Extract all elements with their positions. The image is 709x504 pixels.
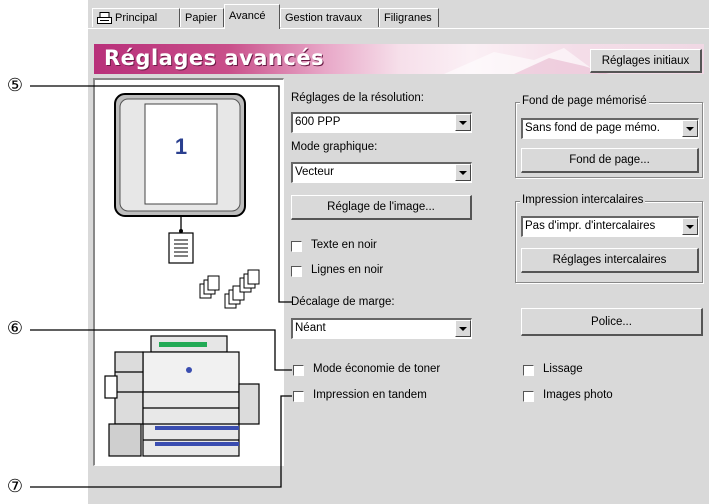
- graphics-mode-select[interactable]: Vecteur: [291, 162, 472, 183]
- tab-strip: Principal Papier Avancé Gestion travaux …: [88, 0, 709, 29]
- chevron-down-icon[interactable]: [455, 320, 471, 337]
- page-title: Réglages avancés: [104, 46, 325, 70]
- chevron-down-icon[interactable]: [682, 218, 698, 235]
- font-button[interactable]: Police...: [521, 308, 703, 336]
- reset-defaults-button[interactable]: Réglages initiaux: [590, 49, 702, 73]
- overlay-button[interactable]: Fond de page...: [521, 148, 699, 173]
- lines-black-label: Lignes en noir: [311, 264, 384, 276]
- lines-black-checkbox[interactable]: [291, 266, 302, 277]
- graphics-mode-label: Mode graphique:: [291, 141, 378, 153]
- callout-5: ⑤: [6, 75, 24, 96]
- tandem-checkbox[interactable]: [293, 391, 304, 402]
- text-black-label: Texte en noir: [311, 239, 377, 251]
- tab-principal[interactable]: Principal: [92, 8, 180, 27]
- copier-illustration: [104, 335, 260, 457]
- preview-page-number: 1: [174, 134, 188, 159]
- printer-properties-dialog: Principal Papier Avancé Gestion travaux …: [88, 0, 709, 504]
- interleave-select[interactable]: Pas d'impr. d'intercalaires: [521, 216, 699, 237]
- margin-shift-select[interactable]: Néant: [291, 318, 472, 339]
- image-adjust-button[interactable]: Réglage de l'image...: [291, 195, 472, 220]
- text-black-checkbox[interactable]: [291, 241, 302, 252]
- toner-save-checkbox[interactable]: [293, 365, 304, 376]
- tab-papier[interactable]: Papier: [180, 8, 224, 27]
- overlay-value: Sans fond de page mémo.: [525, 122, 660, 134]
- chevron-down-icon[interactable]: [455, 164, 471, 181]
- resolution-value: 600 PPP: [295, 116, 341, 128]
- tab-principal-label: Principal: [115, 12, 158, 24]
- margin-shift-value: Néant: [295, 322, 326, 334]
- photo-images-label: Images photo: [543, 389, 613, 401]
- chevron-down-icon[interactable]: [455, 114, 471, 131]
- tab-avance[interactable]: Avancé: [224, 4, 280, 29]
- tandem-label: Impression en tandem: [313, 389, 427, 401]
- photo-images-checkbox[interactable]: [523, 391, 534, 402]
- margin-shift-label: Décalage de marge:: [291, 296, 395, 308]
- callout-7: ⑦: [6, 476, 24, 497]
- callout-6: ⑥: [6, 318, 24, 339]
- graphics-mode-value: Vecteur: [295, 166, 334, 178]
- tab-gestion-travaux[interactable]: Gestion travaux: [280, 8, 379, 27]
- overlay-select[interactable]: Sans fond de page mémo.: [521, 118, 699, 139]
- resolution-label: Réglages de la résolution:: [291, 92, 424, 104]
- toner-save-label: Mode économie de toner: [313, 363, 441, 375]
- tab-filigranes[interactable]: Filigranes: [379, 8, 439, 27]
- interleave-group-title: Impression intercalaires: [520, 194, 646, 206]
- printer-icon: [97, 12, 112, 24]
- layout-preview-panel: 1: [93, 78, 284, 466]
- interleave-button[interactable]: Réglages intercalaires: [521, 248, 699, 273]
- resolution-select[interactable]: 600 PPP: [291, 112, 472, 133]
- overlay-group-title: Fond de page mémorisé: [520, 95, 649, 107]
- interleave-value: Pas d'impr. d'intercalaires: [525, 220, 656, 232]
- smoothing-checkbox[interactable]: [523, 365, 534, 376]
- smoothing-label: Lissage: [543, 363, 583, 375]
- chevron-down-icon[interactable]: [682, 120, 698, 137]
